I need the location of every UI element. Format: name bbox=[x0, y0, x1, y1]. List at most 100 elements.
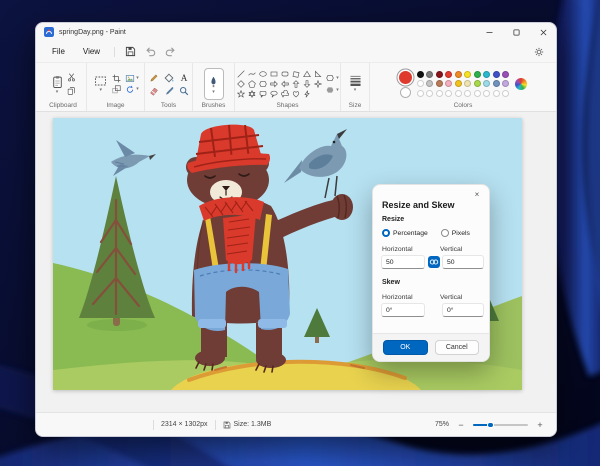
redo-icon[interactable] bbox=[161, 44, 179, 60]
maximize-button[interactable] bbox=[505, 23, 527, 41]
fill-tool-icon[interactable] bbox=[163, 73, 174, 83]
palette-empty-slot-4[interactable] bbox=[455, 90, 462, 97]
pentagon-shape-icon[interactable] bbox=[247, 80, 256, 89]
skew-vertical-input[interactable] bbox=[442, 303, 484, 317]
flip-icon[interactable] bbox=[125, 74, 135, 83]
palette-empty-slot-7[interactable] bbox=[483, 90, 490, 97]
resize-icon[interactable] bbox=[112, 85, 121, 94]
radio-pixels[interactable]: Pixels bbox=[441, 229, 470, 237]
star-5-shape-icon[interactable] bbox=[236, 90, 245, 99]
menu-file[interactable]: File bbox=[44, 45, 73, 58]
resize-horizontal-input[interactable] bbox=[381, 255, 425, 269]
palette-empty-slot-8[interactable] bbox=[493, 90, 500, 97]
color1-swatch[interactable] bbox=[399, 71, 412, 84]
paste-button[interactable]: ▾ bbox=[51, 74, 64, 95]
palette-color-r1-0[interactable] bbox=[417, 71, 424, 78]
rounded-rectangle-shape-icon[interactable] bbox=[280, 70, 289, 79]
close-button[interactable] bbox=[532, 23, 554, 41]
palette-color-r2-6[interactable] bbox=[474, 80, 481, 87]
skew-horizontal-input[interactable] bbox=[381, 303, 425, 317]
resize-vertical-input[interactable] bbox=[442, 255, 484, 269]
gear-icon[interactable] bbox=[530, 44, 548, 60]
link-dimensions-button[interactable] bbox=[428, 256, 440, 268]
palette-empty-slot-9[interactable] bbox=[502, 90, 509, 97]
palette-color-r1-6[interactable] bbox=[474, 71, 481, 78]
copy-icon[interactable] bbox=[67, 86, 76, 96]
crop-icon[interactable] bbox=[112, 74, 121, 83]
palette-color-r1-1[interactable] bbox=[426, 71, 433, 78]
polygon-shape-icon[interactable] bbox=[291, 70, 300, 79]
brushes-button[interactable]: ▾ bbox=[204, 68, 224, 100]
rotate-icon[interactable] bbox=[125, 85, 135, 94]
callout-oval-shape-icon[interactable] bbox=[269, 90, 278, 99]
arrow-up-shape-icon[interactable] bbox=[291, 80, 300, 89]
arrow-left-shape-icon[interactable] bbox=[280, 80, 289, 89]
menu-view[interactable]: View bbox=[75, 45, 108, 58]
zoom-out-button[interactable]: − bbox=[455, 420, 467, 430]
magnifier-tool-icon[interactable] bbox=[178, 86, 189, 96]
zoom-in-button[interactable]: + bbox=[534, 420, 546, 430]
diamond-shape-icon[interactable] bbox=[236, 80, 245, 89]
callout-round-shape-icon[interactable] bbox=[258, 90, 267, 99]
ok-button[interactable]: OK bbox=[383, 340, 428, 355]
palette-empty-slot-6[interactable] bbox=[474, 90, 481, 97]
shape-outline-button[interactable]: ▾ bbox=[325, 74, 339, 82]
select-button[interactable]: ▾ bbox=[92, 75, 109, 93]
eyedropper-tool-icon[interactable] bbox=[163, 86, 174, 96]
palette-color-r2-9[interactable] bbox=[502, 80, 509, 87]
rectangle-shape-icon[interactable] bbox=[269, 70, 278, 79]
curve-shape-icon[interactable] bbox=[247, 70, 256, 79]
brushes-section-label: Brushes bbox=[202, 102, 226, 110]
arrow-down-shape-icon[interactable] bbox=[302, 80, 311, 89]
zoom-slider[interactable] bbox=[473, 421, 528, 429]
palette-color-r2-7[interactable] bbox=[483, 80, 490, 87]
lightning-shape-icon[interactable] bbox=[302, 90, 311, 99]
palette-color-r2-0[interactable] bbox=[417, 80, 424, 87]
oval-shape-icon[interactable] bbox=[258, 70, 267, 79]
star-6-shape-icon[interactable] bbox=[247, 90, 256, 99]
palette-color-r1-8[interactable] bbox=[493, 71, 500, 78]
palette-empty-slot-2[interactable] bbox=[436, 90, 443, 97]
heart-shape-icon[interactable] bbox=[291, 90, 300, 99]
image-section-label: Image bbox=[106, 102, 124, 110]
eraser-tool-icon[interactable] bbox=[148, 86, 159, 96]
pencil-tool-icon[interactable] bbox=[148, 73, 159, 83]
palette-color-r1-9[interactable] bbox=[502, 71, 509, 78]
cancel-button[interactable]: Cancel bbox=[435, 340, 480, 355]
triangle-shape-icon[interactable] bbox=[302, 70, 311, 79]
undo-icon[interactable] bbox=[141, 44, 159, 60]
radio-percentage[interactable]: Percentage bbox=[382, 229, 428, 237]
dialog-close-button[interactable]: × bbox=[470, 188, 484, 200]
callout-cloud-shape-icon[interactable] bbox=[280, 90, 289, 99]
palette-color-r2-8[interactable] bbox=[493, 80, 500, 87]
palette-color-r1-7[interactable] bbox=[483, 71, 490, 78]
palette-color-r2-5[interactable] bbox=[464, 80, 471, 87]
zoom-slider-thumb[interactable] bbox=[487, 422, 494, 429]
star-4-shape-icon[interactable] bbox=[313, 80, 322, 89]
palette-color-r1-4[interactable] bbox=[455, 71, 462, 78]
color2-swatch[interactable] bbox=[400, 87, 411, 98]
palette-empty-slot-5[interactable] bbox=[464, 90, 471, 97]
line-shape-icon[interactable] bbox=[236, 70, 245, 79]
palette-color-r1-3[interactable] bbox=[445, 71, 452, 78]
save-icon[interactable] bbox=[121, 44, 139, 60]
right-triangle-shape-icon[interactable] bbox=[313, 70, 322, 79]
arrow-right-shape-icon[interactable] bbox=[269, 80, 278, 89]
cut-icon[interactable] bbox=[67, 72, 76, 82]
palette-color-r2-1[interactable] bbox=[426, 80, 433, 87]
palette-empty-slot-1[interactable] bbox=[426, 90, 433, 97]
resize-section-label: Resize bbox=[382, 216, 404, 223]
palette-empty-slot-3[interactable] bbox=[445, 90, 452, 97]
minimize-button[interactable] bbox=[478, 23, 500, 41]
palette-color-r2-3[interactable] bbox=[445, 80, 452, 87]
palette-color-r2-4[interactable] bbox=[455, 80, 462, 87]
edit-colors-wheel-icon[interactable] bbox=[515, 78, 527, 90]
shape-fill-button[interactable]: ▾ bbox=[325, 86, 339, 94]
palette-color-r1-2[interactable] bbox=[436, 71, 443, 78]
text-tool-icon[interactable]: A bbox=[178, 73, 189, 83]
size-button[interactable]: ▾ bbox=[349, 75, 362, 93]
palette-color-r1-5[interactable] bbox=[464, 71, 471, 78]
palette-empty-slot-0[interactable] bbox=[417, 90, 424, 97]
palette-color-r2-2[interactable] bbox=[436, 80, 443, 87]
hexagon-shape-icon[interactable] bbox=[258, 80, 267, 89]
